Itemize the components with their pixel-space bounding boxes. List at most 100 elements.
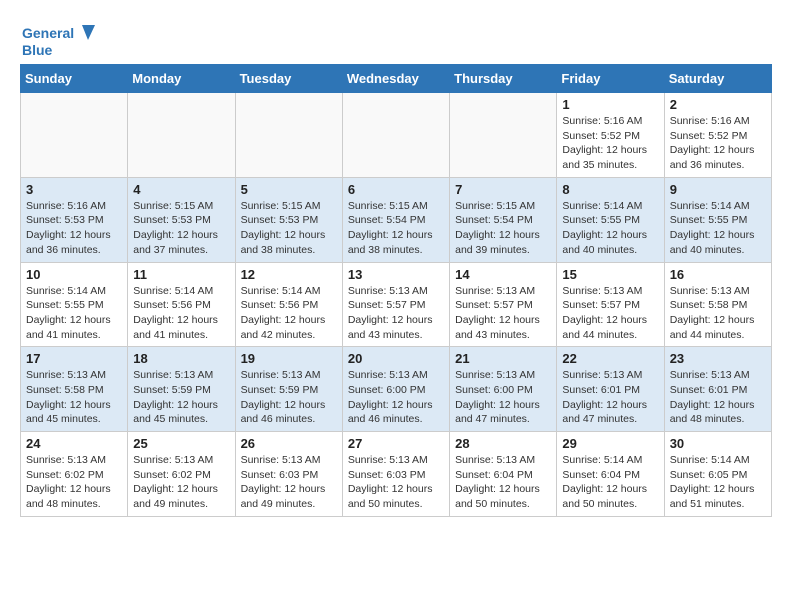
page-header: GeneralBlue — [20, 20, 772, 60]
day-number: 22 — [562, 351, 658, 366]
calendar-cell: 4 Sunrise: 5:15 AM Sunset: 5:53 PM Daylig… — [128, 177, 235, 262]
day-info: Sunrise: 5:13 AM Sunset: 5:57 PM Dayligh… — [348, 284, 444, 343]
day-number: 24 — [26, 436, 122, 451]
calendar-cell — [235, 93, 342, 178]
day-number: 12 — [241, 267, 337, 282]
day-number: 18 — [133, 351, 229, 366]
calendar-cell: 11Sunrise: 5:14 AM Sunset: 5:56 PM Dayli… — [128, 262, 235, 347]
day-number: 20 — [348, 351, 444, 366]
day-number: 21 — [455, 351, 551, 366]
day-info: Sunrise: 5:14 AM Sunset: 6:04 PM Dayligh… — [562, 453, 658, 512]
calendar-week-row: 3 Sunrise: 5:16 AM Sunset: 5:53 PM Daylig… — [21, 177, 772, 262]
day-info: Sunrise: 5:13 AM Sunset: 5:58 PM Dayligh… — [26, 368, 122, 427]
calendar-cell — [342, 93, 449, 178]
day-info: Sunrise: 5:14 AM Sunset: 6:05 PM Dayligh… — [670, 453, 766, 512]
day-info: Sunrise: 5:13 AM Sunset: 5:58 PM Dayligh… — [670, 284, 766, 343]
day-info: Sunrise: 5:16 AM Sunset: 5:53 PM Dayligh… — [26, 199, 122, 258]
calendar-week-row: 17 Sunrise: 5:13 AM Sunset: 5:58 PM Dayli… — [21, 347, 772, 432]
day-number: 19 — [241, 351, 337, 366]
calendar-cell: 7 Sunrise: 5:15 AM Sunset: 5:54 PM Daylig… — [450, 177, 557, 262]
day-info: Sunrise: 5:13 AM Sunset: 6:00 PM Dayligh… — [348, 368, 444, 427]
svg-text:Blue: Blue — [22, 42, 53, 58]
calendar-cell: 27 Sunrise: 5:13 AM Sunset: 6:03 PM Dayli… — [342, 432, 449, 517]
calendar-header-row: SundayMondayTuesdayWednesdayThursdayFrid… — [21, 65, 772, 93]
day-number: 3 — [26, 182, 122, 197]
column-header-wednesday: Wednesday — [342, 65, 449, 93]
logo-svg: GeneralBlue — [20, 20, 100, 60]
calendar-cell: 16 Sunrise: 5:13 AM Sunset: 5:58 PM Dayli… — [664, 262, 771, 347]
calendar-cell — [128, 93, 235, 178]
day-info: Sunrise: 5:15 AM Sunset: 5:53 PM Dayligh… — [241, 199, 337, 258]
calendar-cell: 6 Sunrise: 5:15 AM Sunset: 5:54 PM Daylig… — [342, 177, 449, 262]
day-number: 10 — [26, 267, 122, 282]
calendar-cell — [450, 93, 557, 178]
day-info: Sunrise: 5:13 AM Sunset: 6:03 PM Dayligh… — [348, 453, 444, 512]
day-number: 15 — [562, 267, 658, 282]
calendar-cell: 30 Sunrise: 5:14 AM Sunset: 6:05 PM Dayli… — [664, 432, 771, 517]
day-number: 5 — [241, 182, 337, 197]
calendar-cell: 12 Sunrise: 5:14 AM Sunset: 5:56 PM Dayli… — [235, 262, 342, 347]
calendar-cell — [21, 93, 128, 178]
day-number: 27 — [348, 436, 444, 451]
day-number: 6 — [348, 182, 444, 197]
day-info: Sunrise: 5:13 AM Sunset: 6:02 PM Dayligh… — [26, 453, 122, 512]
calendar-cell: 23 Sunrise: 5:13 AM Sunset: 6:01 PM Dayli… — [664, 347, 771, 432]
day-number: 14 — [455, 267, 551, 282]
calendar-table: SundayMondayTuesdayWednesdayThursdayFrid… — [20, 64, 772, 517]
day-number: 17 — [26, 351, 122, 366]
day-number: 16 — [670, 267, 766, 282]
calendar-cell: 21Sunrise: 5:13 AM Sunset: 6:00 PM Dayli… — [450, 347, 557, 432]
day-info: Sunrise: 5:16 AM Sunset: 5:52 PM Dayligh… — [562, 114, 658, 173]
calendar-cell: 2 Sunrise: 5:16 AM Sunset: 5:52 PM Daylig… — [664, 93, 771, 178]
logo: GeneralBlue — [20, 20, 100, 60]
day-number: 8 — [562, 182, 658, 197]
day-info: Sunrise: 5:13 AM Sunset: 5:57 PM Dayligh… — [562, 284, 658, 343]
day-number: 2 — [670, 97, 766, 112]
day-number: 7 — [455, 182, 551, 197]
column-header-friday: Friday — [557, 65, 664, 93]
column-header-saturday: Saturday — [664, 65, 771, 93]
day-info: Sunrise: 5:13 AM Sunset: 6:01 PM Dayligh… — [670, 368, 766, 427]
calendar-cell: 26 Sunrise: 5:13 AM Sunset: 6:03 PM Dayli… — [235, 432, 342, 517]
calendar-cell: 15 Sunrise: 5:13 AM Sunset: 5:57 PM Dayli… — [557, 262, 664, 347]
day-number: 4 — [133, 182, 229, 197]
calendar-cell: 19Sunrise: 5:13 AM Sunset: 5:59 PM Dayli… — [235, 347, 342, 432]
day-info: Sunrise: 5:14 AM Sunset: 5:55 PM Dayligh… — [26, 284, 122, 343]
day-info: Sunrise: 5:15 AM Sunset: 5:53 PM Dayligh… — [133, 199, 229, 258]
day-number: 23 — [670, 351, 766, 366]
day-number: 25 — [133, 436, 229, 451]
day-info: Sunrise: 5:13 AM Sunset: 5:57 PM Dayligh… — [455, 284, 551, 343]
calendar-cell: 10 Sunrise: 5:14 AM Sunset: 5:55 PM Dayli… — [21, 262, 128, 347]
day-info: Sunrise: 5:13 AM Sunset: 6:03 PM Dayligh… — [241, 453, 337, 512]
calendar-cell: 25 Sunrise: 5:13 AM Sunset: 6:02 PM Dayli… — [128, 432, 235, 517]
day-number: 29 — [562, 436, 658, 451]
calendar-cell: 14 Sunrise: 5:13 AM Sunset: 5:57 PM Dayli… — [450, 262, 557, 347]
day-info: Sunrise: 5:15 AM Sunset: 5:54 PM Dayligh… — [455, 199, 551, 258]
day-number: 28 — [455, 436, 551, 451]
day-number: 26 — [241, 436, 337, 451]
day-info: Sunrise: 5:13 AM Sunset: 6:02 PM Dayligh… — [133, 453, 229, 512]
calendar-week-row: 10 Sunrise: 5:14 AM Sunset: 5:55 PM Dayli… — [21, 262, 772, 347]
day-info: Sunrise: 5:14 AM Sunset: 5:56 PM Dayligh… — [133, 284, 229, 343]
day-number: 1 — [562, 97, 658, 112]
day-number: 30 — [670, 436, 766, 451]
day-info: Sunrise: 5:13 AM Sunset: 6:04 PM Dayligh… — [455, 453, 551, 512]
calendar-cell: 1 Sunrise: 5:16 AM Sunset: 5:52 PM Daylig… — [557, 93, 664, 178]
calendar-week-row: 24 Sunrise: 5:13 AM Sunset: 6:02 PM Dayli… — [21, 432, 772, 517]
calendar-cell: 24 Sunrise: 5:13 AM Sunset: 6:02 PM Dayli… — [21, 432, 128, 517]
column-header-thursday: Thursday — [450, 65, 557, 93]
column-header-monday: Monday — [128, 65, 235, 93]
calendar-cell: 28 Sunrise: 5:13 AM Sunset: 6:04 PM Dayli… — [450, 432, 557, 517]
calendar-cell: 17 Sunrise: 5:13 AM Sunset: 5:58 PM Dayli… — [21, 347, 128, 432]
day-info: Sunrise: 5:16 AM Sunset: 5:52 PM Dayligh… — [670, 114, 766, 173]
day-number: 9 — [670, 182, 766, 197]
svg-text:General: General — [22, 25, 74, 41]
day-info: Sunrise: 5:14 AM Sunset: 5:56 PM Dayligh… — [241, 284, 337, 343]
day-info: Sunrise: 5:14 AM Sunset: 5:55 PM Dayligh… — [562, 199, 658, 258]
day-info: Sunrise: 5:14 AM Sunset: 5:55 PM Dayligh… — [670, 199, 766, 258]
day-info: Sunrise: 5:15 AM Sunset: 5:54 PM Dayligh… — [348, 199, 444, 258]
calendar-cell: 22Sunrise: 5:13 AM Sunset: 6:01 PM Dayli… — [557, 347, 664, 432]
day-info: Sunrise: 5:13 AM Sunset: 5:59 PM Dayligh… — [133, 368, 229, 427]
calendar-cell: 20 Sunrise: 5:13 AM Sunset: 6:00 PM Dayli… — [342, 347, 449, 432]
calendar-cell: 29 Sunrise: 5:14 AM Sunset: 6:04 PM Dayli… — [557, 432, 664, 517]
